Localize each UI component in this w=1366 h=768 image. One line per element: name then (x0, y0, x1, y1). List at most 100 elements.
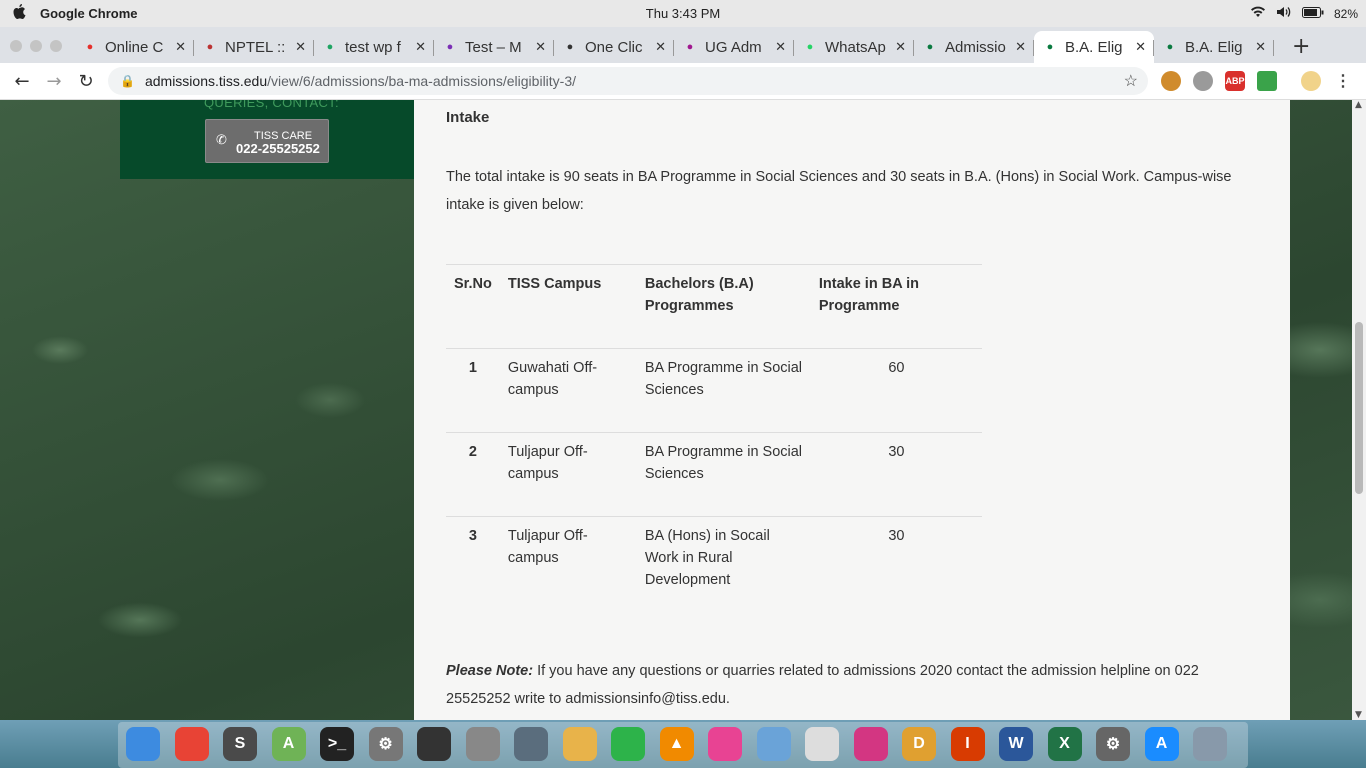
tiss-icon: ● (1046, 41, 1054, 53)
tab[interactable]: ● B.A. Elig ✕ (1154, 31, 1274, 63)
status-area: 82% (1250, 6, 1358, 21)
launchpad-icon[interactable] (1193, 727, 1227, 761)
cookie-extension-icon[interactable] (1161, 71, 1181, 91)
bookmark-star-icon[interactable]: ☆ (1124, 71, 1138, 91)
table-row: 1 Guwahati Off-campus BA Programme in Soci… (446, 348, 982, 433)
android-studio-icon[interactable]: A (271, 727, 306, 761)
tab[interactable]: ● Admissio ✕ (914, 31, 1034, 63)
tab[interactable]: ● One Clic ✕ (554, 31, 674, 63)
close-tab-icon[interactable]: ✕ (295, 39, 306, 55)
cell-srno: 2 (446, 432, 500, 517)
tab[interactable]: ● UG Adm ✕ (674, 31, 794, 63)
volume-icon[interactable] (1276, 6, 1292, 21)
system-prefs-icon[interactable]: ⚙ (368, 727, 403, 761)
page-scrollbar[interactable]: ▲ ▼ (1352, 100, 1366, 720)
table-header-row: Sr.No TISS Campus Bachelors (B.A) Progra… (446, 264, 982, 349)
d-app-icon[interactable]: D (902, 727, 936, 761)
back-button[interactable]: ← (6, 71, 38, 92)
en-icon: ● (446, 41, 454, 53)
finder-icon[interactable] (126, 727, 160, 761)
tab-title: test wp f (345, 38, 401, 56)
tiss-icon: ● (926, 41, 934, 53)
tab-title: WhatsAp (825, 38, 886, 56)
address-bar[interactable]: 🔒 admissions.tiss.edu/view/6/admissions/… (108, 67, 1148, 95)
close-tab-icon[interactable]: ✕ (895, 39, 906, 55)
intake-paragraph: The total intake is 90 seats in BA Progr… (446, 169, 1232, 213)
zoom-window-button[interactable] (50, 40, 62, 52)
tab-title: Test – M (465, 38, 522, 56)
ug-icon: ● (686, 41, 694, 53)
close-tab-icon[interactable]: ✕ (775, 39, 786, 55)
lock-icon[interactable]: 🔒 (120, 74, 135, 88)
wifi-icon[interactable] (1250, 6, 1266, 21)
sublime-icon[interactable]: S (223, 727, 257, 761)
cell-programme: BA (Hons) in Socail Work in Rural Develo… (636, 516, 811, 601)
tab[interactable]: ● Test – M ✕ (434, 31, 554, 63)
cell-intake: 60 (810, 348, 982, 433)
tab[interactable]: ● test wp f ✕ (314, 31, 434, 63)
calendar-icon[interactable] (805, 727, 839, 761)
tab[interactable]: ● WhatsAp ✕ (794, 31, 914, 63)
scroll-down-arrow[interactable]: ▼ (1355, 710, 1362, 720)
close-tab-icon[interactable]: ✕ (1015, 39, 1026, 55)
tab-title: UG Adm (705, 38, 762, 56)
forward-button[interactable]: → (38, 71, 70, 92)
window-controls (0, 40, 74, 63)
browser-toolbar: ← → ↻ 🔒 admissions.tiss.edu/view/6/admis… (0, 63, 1366, 100)
disk-utility-icon[interactable] (514, 727, 548, 761)
download-extension-icon[interactable] (1257, 71, 1277, 91)
close-tab-icon[interactable]: ✕ (415, 39, 426, 55)
app-store-icon[interactable]: A (1144, 727, 1179, 761)
facetime-icon[interactable] (611, 727, 645, 761)
table-row: 3 Tuljapur Off-campus BA (Hons) in Socail … (446, 516, 982, 601)
activity-monitor-icon[interactable] (417, 727, 451, 761)
header-campus: TISS Campus (499, 264, 637, 349)
table-row: 2 Tuljapur Off-campus BA Programme in Soci… (446, 432, 982, 517)
adblock-extension-icon[interactable]: ABP (1225, 71, 1245, 91)
note-paragraph: Please Note: If you have any questions o… (446, 657, 1266, 713)
menu-icon[interactable]: ⋮ (1333, 71, 1353, 91)
tab[interactable]: ● Online C ✕ (74, 31, 194, 63)
close-tab-icon[interactable]: ✕ (535, 39, 546, 55)
tab[interactable]: ● NPTEL :: ✕ (194, 31, 314, 63)
chrome-icon[interactable] (174, 727, 209, 761)
close-tab-icon[interactable]: ✕ (175, 39, 186, 55)
tab-strip: ● Online C ✕ ● NPTEL :: ✕ ● test wp f ✕ ● Test – M… (0, 27, 1366, 63)
cell-srno: 3 (446, 516, 500, 601)
excel-icon[interactable]: X (1047, 727, 1082, 761)
close-tab-icon[interactable]: ✕ (1255, 39, 1266, 55)
onenote-icon[interactable] (853, 727, 888, 761)
dock: S A >_ ⚙ ▲ D I W X ⚙ A (0, 720, 1366, 768)
tab-title: NPTEL :: (225, 38, 286, 56)
minimize-window-button[interactable] (30, 40, 42, 52)
web-page: QUERIES, CONTACT: ✆ TISS CARE 022-255252… (0, 100, 1352, 720)
header-srno: Sr.No (446, 264, 500, 349)
new-tab-button[interactable]: + (1292, 34, 1310, 59)
close-window-button[interactable] (10, 40, 22, 52)
note-text: If you have any questions or quarries re… (446, 663, 1199, 707)
profile-avatar[interactable] (1301, 71, 1321, 91)
terminal-icon[interactable]: >_ (320, 727, 354, 761)
preview-icon[interactable] (756, 727, 791, 761)
tab[interactable]: ● B.A. Elig ✕ (1034, 31, 1154, 63)
clock[interactable]: Thu 3:43 PM (0, 6, 1366, 21)
scrollbar-thumb[interactable] (1355, 322, 1363, 494)
tiss-care-button[interactable]: ✆ TISS CARE 022-25525252 (205, 119, 329, 163)
scroll-up-arrow[interactable]: ▲ (1355, 100, 1362, 110)
close-tab-icon[interactable]: ✕ (1135, 39, 1146, 55)
cell-programme: BA Programme in Social Sciences (636, 432, 811, 517)
reload-button[interactable]: ↻ (70, 71, 102, 92)
globe-extension-icon[interactable] (1193, 71, 1213, 91)
close-tab-icon[interactable]: ✕ (655, 39, 666, 55)
calculator-icon[interactable] (465, 727, 500, 761)
word-icon[interactable]: W (999, 727, 1033, 761)
battery-icon[interactable] (1301, 6, 1324, 21)
nptel-icon: ● (206, 41, 214, 53)
tab-title: One Clic (585, 38, 643, 56)
vlc-icon[interactable]: ▲ (659, 727, 694, 761)
tab-title: Online C (105, 38, 164, 56)
photos-icon[interactable] (708, 727, 742, 761)
office-icon[interactable]: I (950, 727, 985, 761)
notes-icon[interactable] (562, 727, 597, 761)
settings-icon[interactable]: ⚙ (1096, 727, 1130, 761)
